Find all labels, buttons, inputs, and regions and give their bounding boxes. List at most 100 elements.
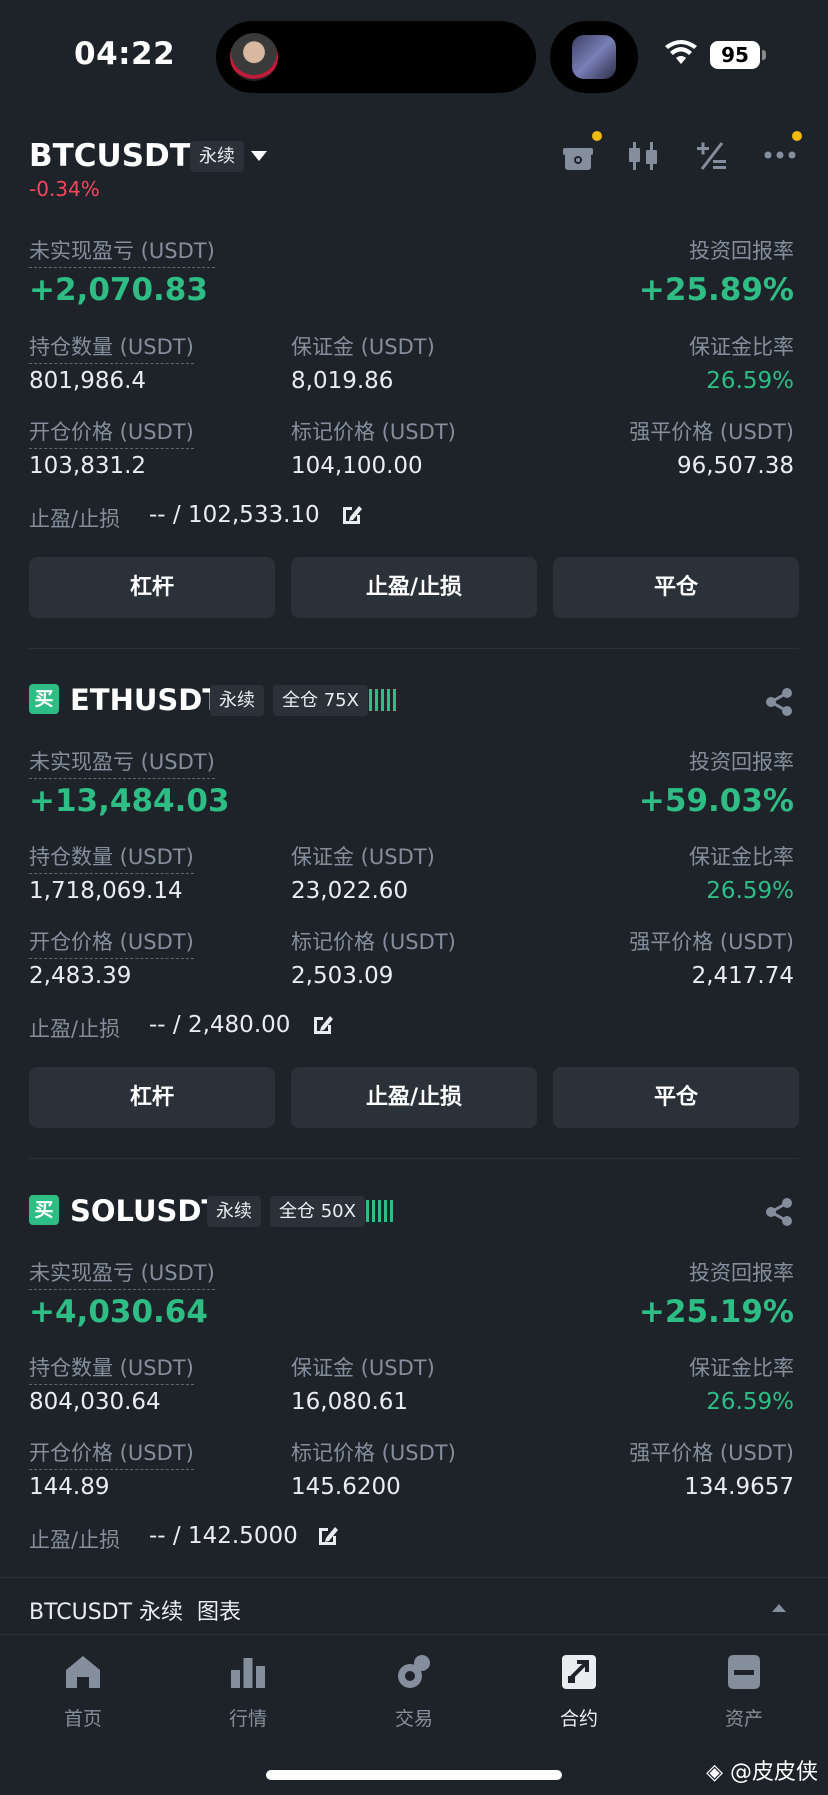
roe-label: 投资回报率 [689, 1261, 794, 1285]
position-symbol[interactable]: ETHUSDT [70, 683, 222, 717]
margin-ratio-value: 26.59% [706, 878, 794, 904]
roe-label: 投资回报率 [689, 750, 794, 774]
tab-market[interactable]: 行情 [193, 1652, 303, 1731]
tab-label: 合约 [559, 1708, 598, 1730]
mark-price-label: 标记价格 (USDT) [291, 420, 456, 444]
edit-tpsl-icon[interactable] [311, 1013, 335, 1037]
unrealized-pnl-value: +4,030.64 [29, 1294, 208, 1330]
symbol-title[interactable]: BTCUSDT [29, 138, 191, 174]
watermark-logo-icon: ◈ [706, 1760, 723, 1785]
gift-notification-dot [592, 131, 602, 141]
candlestick-chart-icon[interactable] [628, 140, 662, 172]
share-icon[interactable] [764, 687, 794, 717]
more-options-icon[interactable] [764, 150, 796, 160]
tab-assets[interactable]: 资产 [689, 1652, 799, 1731]
entry-price-label: 开仓价格 (USDT) [29, 926, 194, 959]
chart-drawer-toggle[interactable]: BTCUSDT 永续 图表 [0, 1577, 828, 1635]
margin-label: 保证金 (USDT) [291, 845, 435, 869]
watermark-text: @皮皮侠 [729, 1760, 818, 1785]
adl-indicator [366, 1200, 393, 1222]
margin-label: 保证金 (USDT) [291, 1356, 435, 1380]
entry-price-label: 开仓价格 (USDT) [29, 1437, 194, 1470]
edit-tpsl-icon[interactable] [316, 1524, 340, 1548]
dynamic-island-secondary [550, 21, 638, 93]
roe-label: 投资回报率 [689, 239, 794, 263]
margin-mode-tag[interactable]: 全仓 50X [270, 1196, 365, 1227]
tab-trade[interactable]: 交易 [359, 1652, 469, 1731]
trade-icon [398, 1655, 430, 1688]
unrealized-pnl-value: +13,484.03 [29, 783, 230, 819]
tpsl-value: -- / 142.5000 [149, 1523, 298, 1549]
unrealized-pnl-label: 未实现盈亏 (USDT) [29, 235, 215, 268]
status-bar: 04:22 95 [0, 0, 828, 110]
leverage-button[interactable]: 杠杆 [29, 557, 275, 618]
contract-type-tag: 永续 [207, 1196, 261, 1227]
unrealized-pnl-value: +2,070.83 [29, 272, 208, 308]
gift-icon[interactable] [562, 140, 596, 172]
liq-price-value: 134.9657 [684, 1474, 794, 1500]
mark-price-value: 104,100.00 [291, 453, 423, 479]
margin-value: 8,019.86 [291, 368, 394, 394]
battery-tip [762, 50, 766, 60]
unrealized-pnl-label: 未实现盈亏 (USDT) [29, 1257, 215, 1290]
margin-label: 保证金 (USDT) [291, 335, 435, 359]
market-icon [231, 1658, 265, 1688]
entry-price-value: 103,831.2 [29, 453, 147, 479]
tpsl-label: 止盈/止损 [29, 1528, 121, 1552]
margin-value: 16,080.61 [291, 1389, 409, 1415]
liq-price-label: 强平价格 (USDT) [629, 1441, 794, 1465]
size-value: 1,718,069.14 [29, 878, 183, 904]
size-label: 持仓数量 (USDT) [29, 331, 194, 364]
tpsl-label: 止盈/止损 [29, 1017, 121, 1041]
margin-value: 23,022.60 [291, 878, 409, 904]
liq-price-value: 2,417.74 [691, 963, 794, 989]
tpsl-label: 止盈/止损 [29, 507, 121, 531]
status-time: 04:22 [74, 36, 176, 72]
home-icon [66, 1656, 100, 1688]
mark-price-label: 标记价格 (USDT) [291, 1441, 456, 1465]
price-change: -0.34% [29, 177, 100, 201]
live-activity-avatar [230, 33, 278, 81]
size-value: 801,986.4 [29, 368, 147, 394]
card-divider [29, 1158, 799, 1159]
edit-tpsl-icon[interactable] [340, 503, 364, 527]
tab-label: 首页 [63, 1708, 102, 1730]
liq-price-value: 96,507.38 [676, 453, 794, 479]
size-label: 持仓数量 (USDT) [29, 1352, 194, 1385]
tab-home[interactable]: 首页 [28, 1652, 138, 1731]
entry-price-value: 144.89 [29, 1474, 110, 1500]
margin-ratio-value: 26.59% [706, 368, 794, 394]
unrealized-pnl-label: 未实现盈亏 (USDT) [29, 746, 215, 779]
leverage-button[interactable]: 杠杆 [29, 1067, 275, 1128]
side-badge: 买 [29, 684, 59, 714]
contract-type-tag: 永续 [210, 685, 264, 716]
tpsl-button[interactable]: 止盈/止损 [291, 1067, 537, 1128]
home-indicator[interactable] [266, 1770, 562, 1780]
tab-label: 行情 [228, 1708, 267, 1730]
tab-label: 交易 [394, 1708, 433, 1730]
wallet-icon [728, 1655, 760, 1689]
tab-futures[interactable]: 合约 [524, 1652, 634, 1731]
roe-value: +25.19% [638, 1294, 794, 1330]
chevron-up-icon [772, 1604, 786, 1612]
calculator-icon[interactable] [696, 140, 728, 172]
share-icon[interactable] [764, 1197, 794, 1227]
margin-ratio-label: 保证金比率 [689, 1356, 794, 1380]
adl-indicator [369, 689, 396, 711]
tpsl-button[interactable]: 止盈/止损 [291, 557, 537, 618]
mark-price-value: 2,503.09 [291, 963, 394, 989]
position-symbol[interactable]: SOLUSDT [70, 1194, 221, 1228]
close-position-button[interactable]: 平仓 [553, 557, 799, 618]
margin-mode-tag[interactable]: 全仓 75X [273, 685, 368, 716]
dynamic-island [216, 21, 536, 93]
symbol-dropdown-icon[interactable] [251, 151, 267, 161]
mark-price-value: 145.6200 [291, 1474, 401, 1500]
close-position-button[interactable]: 平仓 [553, 1067, 799, 1128]
battery-level: 95 [710, 41, 760, 69]
chart-drawer-label: BTCUSDT 永续 图表 [29, 1600, 242, 1625]
watermark: ◈ @皮皮侠 [706, 1754, 818, 1786]
liq-price-label: 强平价格 (USDT) [629, 930, 794, 954]
tpsl-value: -- / 2,480.00 [149, 1012, 291, 1038]
card-divider [29, 648, 799, 649]
liq-price-label: 强平价格 (USDT) [629, 420, 794, 444]
